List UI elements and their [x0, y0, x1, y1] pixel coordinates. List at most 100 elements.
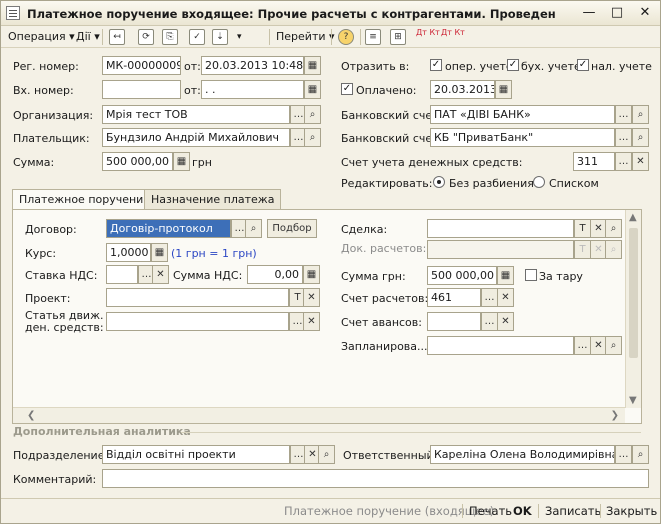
clear-icon[interactable]: ✕ — [632, 152, 649, 171]
search-icon[interactable]: ⌕ — [245, 219, 262, 238]
rate-label: Курс: — [25, 247, 57, 260]
contract-field[interactable]: Договір-протокол — [106, 219, 231, 238]
close-window-button[interactable]: ✕ — [638, 5, 652, 20]
tab-payment-order[interactable]: Платежное поручение — [12, 189, 158, 210]
vat-rate-field[interactable] — [106, 265, 138, 284]
copy-icon[interactable]: ⎘ — [162, 29, 178, 45]
select-ellipsis-icon[interactable]: … — [481, 312, 498, 331]
responsible-field[interactable]: Кареліна Олена Володимирівна — [430, 445, 615, 464]
for-goods-checkbox[interactable] — [525, 269, 537, 281]
search-icon[interactable]: ⌕ — [632, 445, 649, 464]
bank-account-field[interactable]: ПАТ «ДІВІ БАНК» — [430, 105, 615, 124]
paid-checkbox[interactable]: ✓ — [341, 83, 353, 95]
calculator-icon[interactable]: ▦ — [497, 266, 514, 285]
select-ellipsis-icon[interactable]: … — [481, 288, 498, 307]
calculator-icon[interactable]: ▦ — [303, 265, 320, 284]
select-ellipsis-icon[interactable]: … — [615, 152, 632, 171]
sum-label: Сумма: — [13, 156, 55, 169]
maximize-button[interactable]: □ — [610, 5, 624, 20]
text-icon[interactable]: T — [574, 219, 591, 238]
select-ellipsis-icon[interactable]: … — [615, 445, 632, 464]
operation-menu[interactable]: Операция ▾ — [5, 28, 78, 46]
in-date-field[interactable]: . . — [201, 80, 304, 99]
create-based-icon[interactable]: ⇣ — [212, 29, 228, 45]
calculator-icon[interactable]: ▦ — [151, 243, 168, 262]
settle-account-field[interactable]: 461 — [427, 288, 481, 307]
payer-field[interactable]: Бундзило Андрій Михайлович — [102, 128, 290, 147]
search-icon[interactable]: ⌕ — [304, 128, 321, 147]
post-document-icon[interactable]: ✓ — [189, 29, 205, 45]
reflect-oper-checkbox[interactable]: ✓ — [430, 59, 442, 71]
vertical-scrollbar[interactable]: ▲ ▼ — [625, 210, 641, 408]
paid-date-field[interactable]: 20.03.2013 — [430, 80, 495, 99]
search-icon[interactable]: ⌕ — [632, 105, 649, 124]
organization-label: Организация: — [13, 109, 94, 122]
calendar-icon[interactable]: ▦ — [495, 80, 512, 99]
department-field[interactable]: Відділ освітні проекти — [102, 445, 290, 464]
cash-account-field[interactable]: 311 — [573, 152, 615, 171]
search-icon[interactable]: ⌕ — [605, 336, 622, 355]
help-icon[interactable]: ? — [338, 29, 354, 45]
select-ellipsis-icon[interactable]: … — [615, 128, 632, 147]
structure-icon[interactable]: ⊞ — [390, 29, 406, 45]
goto-menu[interactable]: Перейти ▾ — [273, 28, 338, 46]
responsible-label: Ответственный: — [343, 449, 438, 462]
back-icon[interactable]: ↤ — [109, 29, 125, 45]
dt-kt-tax-icon[interactable]: Дт Кт — [438, 28, 468, 46]
in-number-field[interactable] — [102, 80, 181, 99]
ok-button[interactable]: OK — [513, 504, 532, 518]
cash-flow-label: Статья движ. ден. средств: — [25, 309, 104, 334]
search-icon[interactable]: ⌕ — [318, 445, 335, 464]
clear-icon[interactable]: ✕ — [152, 265, 169, 284]
advance-account-field[interactable] — [427, 312, 481, 331]
reflect-tax-checkbox[interactable]: ✓ — [577, 59, 589, 71]
reg-number-field[interactable]: МК-00000009 — [102, 56, 181, 75]
sum-uah-field[interactable]: 500 000,00 — [427, 266, 497, 285]
reflect-buh-checkbox[interactable]: ✓ — [507, 59, 519, 71]
close-button[interactable]: Закрыть — [606, 504, 657, 518]
search-icon[interactable]: ⌕ — [304, 105, 321, 124]
list-icon[interactable]: ≡ — [365, 29, 381, 45]
reflect-buh-label: бух. учете — [521, 60, 581, 73]
planned-field[interactable] — [427, 336, 574, 355]
minimize-button[interactable]: — — [582, 5, 596, 20]
rate-field[interactable]: 1,0000 — [106, 243, 151, 262]
clear-icon[interactable]: ✕ — [303, 288, 320, 307]
select-ellipsis-icon[interactable]: … — [574, 336, 591, 355]
search-icon[interactable]: ⌕ — [632, 128, 649, 147]
select-button[interactable]: Подбор — [267, 219, 317, 238]
clear-icon[interactable]: ✕ — [497, 288, 514, 307]
actions-menu[interactable]: Дії ▾ — [73, 28, 103, 46]
deal-field[interactable] — [427, 219, 574, 238]
reflect-tax-label: нал. учете — [591, 60, 652, 73]
bank-account2-field[interactable]: КБ "ПриватБанк" — [430, 128, 615, 147]
calendar-icon[interactable]: ▦ — [304, 80, 321, 99]
calendar-icon[interactable]: ▦ — [304, 56, 321, 75]
tab-payment-purpose[interactable]: Назначение платежа — [144, 189, 282, 209]
search-icon[interactable]: ⌕ — [605, 219, 622, 238]
comment-field[interactable] — [102, 469, 649, 488]
print-button[interactable]: Печать — [469, 504, 512, 518]
clear-icon[interactable]: ✕ — [303, 312, 320, 331]
save-button[interactable]: Записать — [545, 504, 601, 518]
edit-no-split-radio[interactable] — [433, 176, 445, 188]
select-ellipsis-icon[interactable]: … — [615, 105, 632, 124]
for-goods-label: За тару — [539, 270, 583, 283]
reg-date-label: от: — [184, 60, 201, 73]
vat-sum-field[interactable]: 0,00 — [247, 265, 303, 284]
footer-bar: Платежное поручение (входящее) Печать OK… — [1, 498, 660, 523]
project-field[interactable] — [106, 288, 289, 307]
paid-label: Оплачено: — [356, 84, 417, 97]
horizontal-scrollbar[interactable]: ❮ ❯ — [13, 407, 625, 423]
organization-field[interactable]: Мрія тест ТОВ — [102, 105, 290, 124]
clear-icon[interactable]: ✕ — [497, 312, 514, 331]
create-based-dropdown[interactable]: ▾ — [234, 28, 245, 46]
text-icon: T — [574, 240, 591, 259]
bank-account-label: Банковский счет: — [341, 109, 443, 122]
reg-date-field[interactable]: 20.03.2013 10:48:39 — [201, 56, 304, 75]
sum-field[interactable]: 500 000,00 — [102, 152, 173, 171]
edit-list-radio[interactable] — [533, 176, 545, 188]
calculator-icon[interactable]: ▦ — [173, 152, 190, 171]
refresh-icon[interactable]: ⟳ — [138, 29, 154, 45]
cash-flow-field[interactable] — [106, 312, 289, 331]
